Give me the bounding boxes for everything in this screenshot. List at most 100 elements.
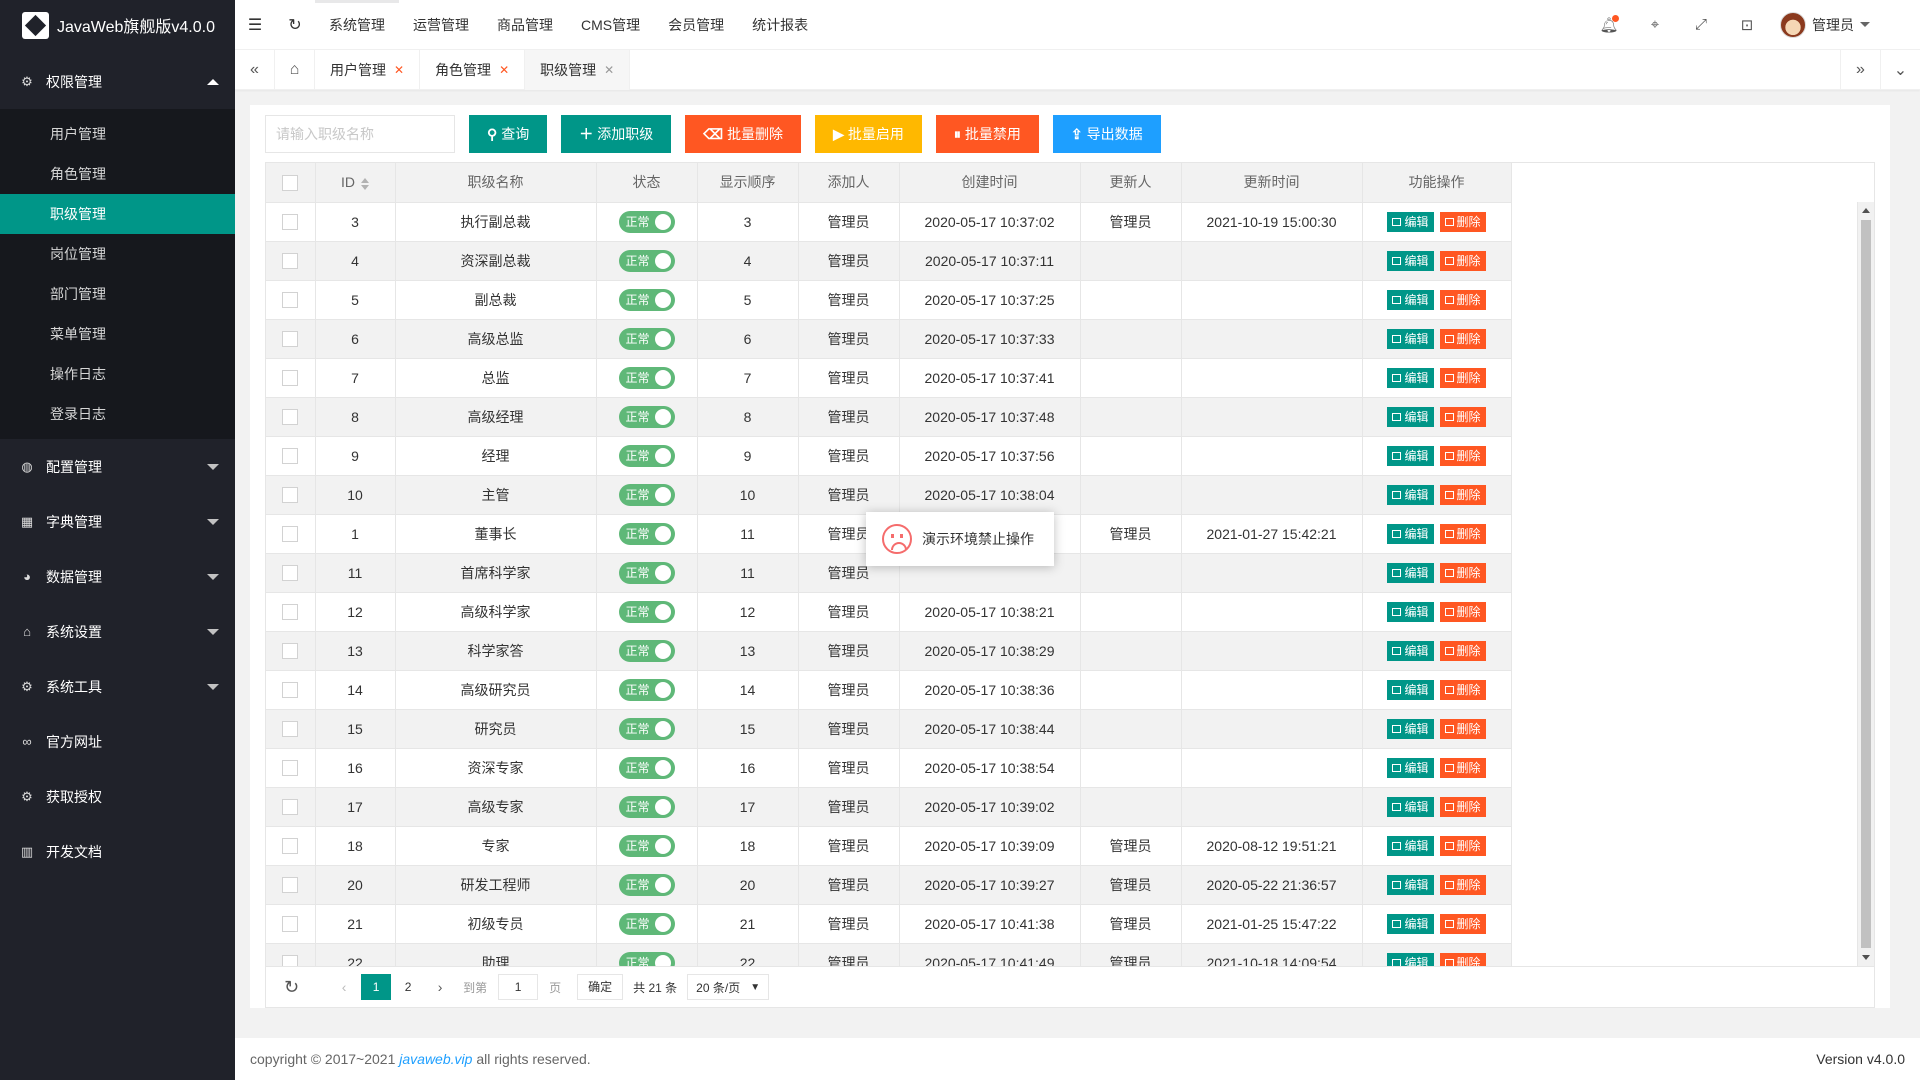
delete-button[interactable]: 删除 (1439, 289, 1486, 310)
status-toggle[interactable]: 正常 (618, 717, 675, 740)
menu-toggle-icon[interactable]: ☰ (235, 0, 275, 50)
level-name-search-input[interactable] (265, 115, 455, 153)
sidebar-item-positions[interactable]: 岗位管理 (0, 234, 235, 274)
batch-disable-button[interactable]: ⏸︎ 批量禁用 (935, 115, 1039, 153)
edit-button[interactable]: 编辑 (1387, 601, 1434, 622)
row-checkbox[interactable] (282, 448, 299, 465)
sidebar-item-official-site[interactable]: ∞ 官方网址 (0, 714, 235, 769)
delete-button[interactable]: 删除 (1439, 328, 1486, 349)
status-toggle[interactable]: 正常 (618, 444, 675, 467)
delete-button[interactable]: 删除 (1439, 484, 1486, 505)
edit-button[interactable]: 编辑 (1387, 562, 1434, 583)
goto-confirm-button[interactable]: 确定 (577, 974, 624, 1000)
refresh-icon[interactable]: ↻ (275, 0, 315, 50)
tabs-dropdown-icon[interactable]: ⌄ (1880, 49, 1920, 90)
col-id[interactable]: ID (315, 163, 396, 203)
sidebar-group-settings[interactable]: ⌂ 系统设置 (0, 604, 235, 659)
edit-button[interactable]: 编辑 (1387, 328, 1434, 349)
user-menu[interactable]: 管理员 (1770, 11, 1920, 38)
delete-button[interactable]: 删除 (1439, 523, 1486, 544)
table-row[interactable]: 22 助理 正常 22 管理员 2020-05-17 10:41:49 管理员 2021-10… (266, 943, 1512, 966)
edit-button[interactable]: 编辑 (1387, 523, 1434, 544)
bell-icon[interactable]: 🔔︎ (1586, 0, 1632, 50)
batch-enable-button[interactable]: ▶ 批量启用 (815, 115, 922, 153)
sidebar-group-tools[interactable]: ⚙ 系统工具 (0, 659, 235, 714)
prev-page-icon[interactable]: ‹ (329, 974, 359, 1000)
row-checkbox[interactable] (282, 682, 299, 699)
row-checkbox[interactable] (282, 838, 299, 855)
row-checkbox[interactable] (282, 214, 299, 231)
row-checkbox[interactable] (282, 487, 299, 504)
edit-button[interactable]: 编辑 (1387, 679, 1434, 700)
delete-button[interactable]: 删除 (1439, 562, 1486, 583)
delete-button[interactable]: 删除 (1439, 250, 1486, 271)
delete-button[interactable]: 删除 (1439, 406, 1486, 427)
edit-button[interactable]: 编辑 (1387, 913, 1434, 934)
delete-button[interactable]: 删除 (1439, 445, 1486, 466)
table-row[interactable]: 16 资深专家 正常 16 管理员 2020-05-17 10:38:54 编辑 删除 (266, 748, 1512, 788)
row-checkbox[interactable] (282, 955, 299, 966)
row-checkbox[interactable] (282, 760, 299, 777)
edit-button[interactable]: 编辑 (1387, 367, 1434, 388)
sidebar-item-users[interactable]: 用户管理 (0, 114, 235, 154)
edit-button[interactable]: 编辑 (1387, 211, 1434, 232)
row-checkbox[interactable] (282, 409, 299, 426)
table-row[interactable]: 17 高级专家 正常 17 管理员 2020-05-17 10:39:02 编辑 删除 (266, 787, 1512, 827)
status-toggle[interactable]: 正常 (618, 951, 675, 966)
table-scrollbar[interactable] (1857, 202, 1874, 966)
table-row[interactable]: 5 副总裁 正常 5 管理员 2020-05-17 10:37:25 编辑 删除 (266, 280, 1512, 320)
table-row[interactable]: 10 主管 正常 10 管理员 2020-05-17 10:38:04 编辑 删除 (266, 475, 1512, 515)
top-menu-operations[interactable]: 运营管理 (399, 0, 483, 50)
row-checkbox[interactable] (282, 721, 299, 738)
delete-button[interactable]: 删除 (1439, 367, 1486, 388)
edit-button[interactable]: 编辑 (1387, 445, 1434, 466)
sidebar-item-levels[interactable]: 职级管理 (0, 194, 235, 234)
tabs-scroll-left-icon[interactable]: « (235, 49, 275, 90)
delete-button[interactable]: 删除 (1439, 913, 1486, 934)
status-toggle[interactable]: 正常 (618, 912, 675, 935)
home-tab-icon[interactable]: ⌂ (275, 49, 315, 90)
status-toggle[interactable]: 正常 (618, 639, 675, 662)
top-menu-cms[interactable]: CMS管理 (567, 0, 654, 50)
row-checkbox[interactable] (282, 643, 299, 660)
page-2[interactable]: 2 (393, 974, 423, 1000)
status-toggle[interactable]: 正常 (618, 249, 675, 272)
edit-button[interactable]: 编辑 (1387, 796, 1434, 817)
row-checkbox[interactable] (282, 604, 299, 621)
table-row[interactable]: 7 总监 正常 7 管理员 2020-05-17 10:37:41 编辑 删除 (266, 358, 1512, 398)
table-row[interactable]: 15 研究员 正常 15 管理员 2020-05-17 10:38:44 编辑 删除 (266, 709, 1512, 749)
close-icon[interactable]: ✕ (604, 50, 614, 90)
add-level-button[interactable]: ＋添加职级 (561, 115, 672, 153)
row-checkbox[interactable] (282, 916, 299, 933)
sidebar-item-docs[interactable]: ▥ 开发文档 (0, 824, 235, 879)
delete-button[interactable]: 删除 (1439, 757, 1486, 778)
edit-button[interactable]: 编辑 (1387, 718, 1434, 739)
status-toggle[interactable]: 正常 (618, 522, 675, 545)
query-button[interactable]: ⚲ 查询 (469, 115, 548, 153)
close-icon[interactable]: ✕ (394, 50, 404, 90)
edit-button[interactable]: 编辑 (1387, 952, 1434, 966)
scroll-down-icon[interactable] (1862, 955, 1870, 960)
table-row[interactable]: 4 资深副总裁 正常 4 管理员 2020-05-17 10:37:11 编辑 删除 (266, 241, 1512, 281)
delete-button[interactable]: 删除 (1439, 211, 1486, 232)
row-checkbox[interactable] (282, 526, 299, 543)
row-checkbox[interactable] (282, 799, 299, 816)
next-page-icon[interactable]: › (425, 974, 455, 1000)
status-toggle[interactable]: 正常 (618, 756, 675, 779)
status-toggle[interactable]: 正常 (618, 873, 675, 896)
sidebar-item-license[interactable]: ⚙ 获取授权 (0, 769, 235, 824)
table-row[interactable]: 13 科学家答 正常 13 管理员 2020-05-17 10:38:29 编辑 删除 (266, 631, 1512, 671)
tag-icon[interactable]: ⌖ (1632, 0, 1678, 50)
table-row[interactable]: 3 执行副总裁 正常 3 管理员 2020-05-17 10:37:02 管理员 2021-1… (266, 202, 1512, 242)
top-menu-products[interactable]: 商品管理 (483, 0, 567, 50)
refresh-icon[interactable]: ↻ (284, 977, 299, 998)
status-toggle[interactable]: 正常 (618, 678, 675, 701)
table-row[interactable]: 12 高级科学家 正常 12 管理员 2020-05-17 10:38:21 编辑 删除 (266, 592, 1512, 632)
site-link[interactable]: javaweb.vip (399, 1051, 472, 1067)
status-toggle[interactable]: 正常 (618, 834, 675, 857)
table-row[interactable]: 14 高级研究员 正常 14 管理员 2020-05-17 10:38:36 编辑 删除 (266, 670, 1512, 710)
status-toggle[interactable]: 正常 (618, 210, 675, 233)
status-toggle[interactable]: 正常 (618, 405, 675, 428)
sidebar-item-roles[interactable]: 角色管理 (0, 154, 235, 194)
status-toggle[interactable]: 正常 (618, 561, 675, 584)
